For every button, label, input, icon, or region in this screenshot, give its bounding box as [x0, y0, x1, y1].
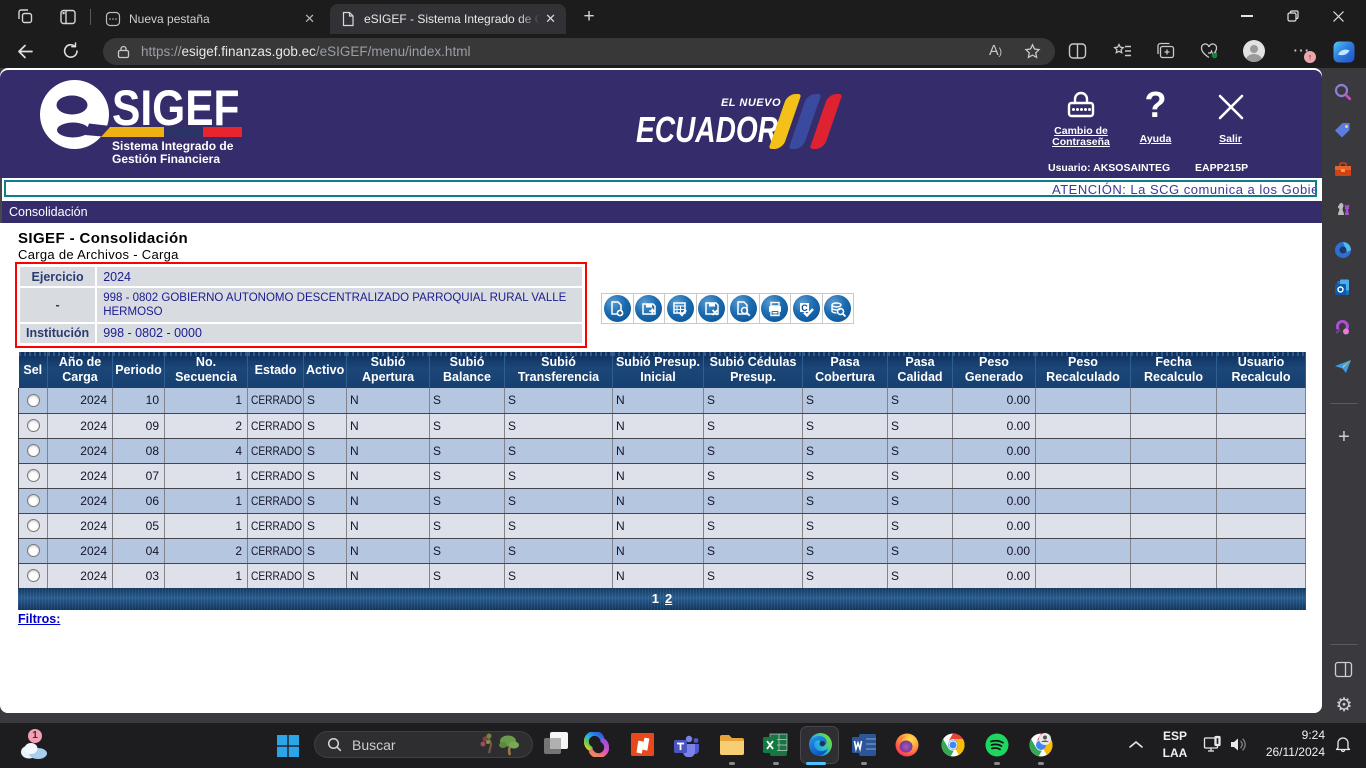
svg-text:C: C: [802, 302, 809, 312]
